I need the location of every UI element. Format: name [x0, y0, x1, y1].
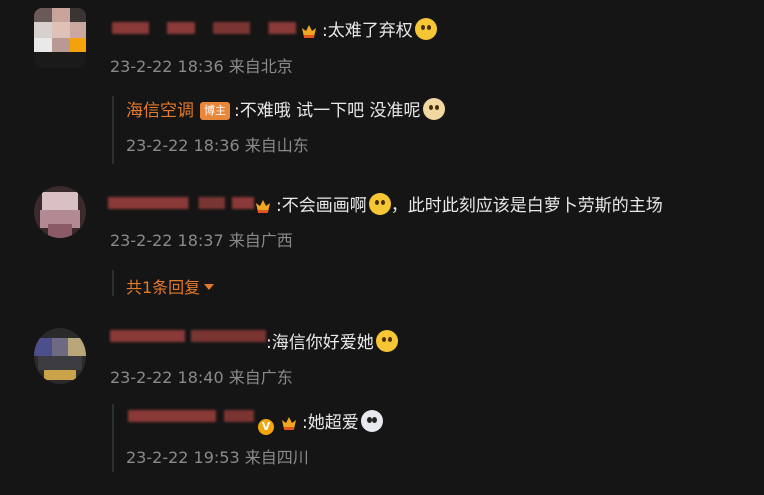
comment-time: 23-2-22 18:40 — [110, 368, 224, 387]
crown-icon — [256, 200, 270, 213]
username-blurred[interactable] — [108, 197, 254, 209]
crown-icon — [302, 25, 316, 38]
view-replies-label: 共1条回复 — [126, 278, 201, 297]
tongue-face-icon — [368, 193, 391, 215]
doge-icon — [422, 98, 445, 120]
reply-divider — [112, 96, 114, 164]
reply-time: 23-2-22 18:36 — [126, 136, 240, 155]
avatar[interactable] — [34, 186, 86, 238]
comment-time: 23-2-22 18:37 — [110, 231, 224, 250]
comment-location: 来自北京 — [228, 57, 293, 76]
panda-face-icon — [360, 410, 383, 432]
username-blurred[interactable] — [112, 22, 296, 34]
blogger-badge: 博主 — [200, 102, 230, 120]
crown-icon — [282, 417, 296, 430]
reply-text: :她超爱 — [302, 413, 359, 433]
comment-text: :太难了弃权 — [322, 21, 413, 41]
reply-location: 来自山东 — [244, 136, 309, 155]
shocked-face-icon — [375, 330, 398, 352]
reply-divider — [112, 270, 114, 296]
comment-location: 来自广西 — [228, 231, 293, 250]
reply-author[interactable]: 海信空调 — [126, 101, 194, 121]
reply-time: 23-2-22 19:53 — [126, 448, 240, 467]
comment-text: :海信你好爱她 — [266, 333, 374, 353]
caret-down-icon — [204, 284, 215, 290]
username-blurred[interactable] — [110, 330, 266, 342]
avatar[interactable] — [34, 328, 86, 384]
comment-time: 23-2-22 18:36 — [110, 57, 224, 76]
reply-divider — [112, 404, 114, 472]
pleading-face-icon — [414, 18, 437, 40]
comment-text: :不会画画啊 — [276, 196, 367, 216]
verified-icon: V — [258, 419, 274, 435]
view-replies-button[interactable]: 共1条回复 — [126, 274, 215, 298]
comment-text-continued: ，此时此刻应该是白萝卜劳斯的主场 — [390, 196, 663, 216]
reply-location: 来自四川 — [244, 448, 309, 467]
reply-username-blurred[interactable] — [128, 410, 254, 422]
comment-location: 来自广东 — [228, 368, 293, 387]
avatar[interactable] — [34, 8, 86, 68]
reply-text: :不难哦 试一下吧 没准呢 — [234, 101, 421, 121]
